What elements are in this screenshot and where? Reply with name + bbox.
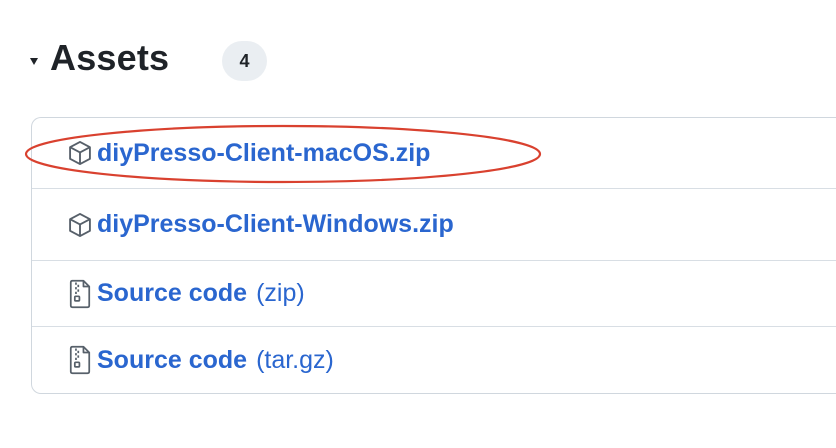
file-zip-icon xyxy=(65,345,95,375)
asset-row: diyPresso-Client-Windows.zip xyxy=(32,189,836,261)
assets-count-badge: 4 xyxy=(222,41,267,81)
source-code-zip-link[interactable]: Source code xyxy=(97,279,247,308)
asset-row: Source code (tar.gz) xyxy=(32,327,836,393)
package-icon xyxy=(65,210,95,240)
asset-row: diyPresso-Client-macOS.zip xyxy=(32,118,836,189)
source-code-zip-ext[interactable]: (zip) xyxy=(256,279,305,308)
source-code-targz-ext[interactable]: (tar.gz) xyxy=(256,346,334,375)
assets-title: Assets xyxy=(50,37,170,78)
asset-link-windows[interactable]: diyPresso-Client-Windows.zip xyxy=(97,210,454,239)
package-icon xyxy=(65,138,95,168)
caret-down-icon[interactable] xyxy=(30,57,38,65)
asset-link-macos[interactable]: diyPresso-Client-macOS.zip xyxy=(97,139,430,168)
file-zip-icon xyxy=(65,279,95,309)
asset-row: Source code (zip) xyxy=(32,261,836,327)
assets-header[interactable]: Assets xyxy=(30,30,169,86)
release-assets-panel: Assets 4 diyPresso-Client-macOS.zip diyP… xyxy=(0,0,836,448)
source-code-targz-link[interactable]: Source code xyxy=(97,346,247,375)
assets-list: diyPresso-Client-macOS.zip diyPresso-Cli… xyxy=(31,117,836,394)
